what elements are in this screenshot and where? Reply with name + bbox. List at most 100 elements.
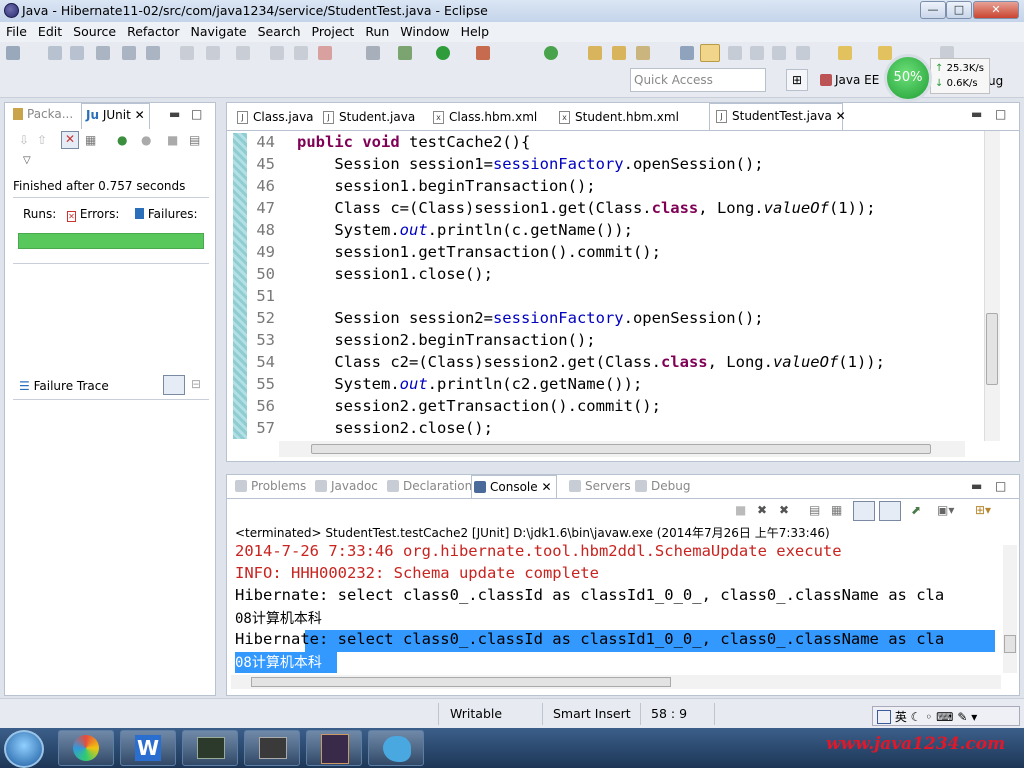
- navigate-back-icon[interactable]: [878, 46, 892, 60]
- console-horizontal-scroll-thumb[interactable]: [251, 677, 671, 687]
- remove-all-terminated-icon[interactable]: ✖: [779, 503, 789, 517]
- code-line[interactable]: public void testCache2(){: [297, 133, 530, 151]
- suspend-icon[interactable]: [294, 46, 308, 60]
- minimize-button[interactable]: —: [920, 1, 946, 19]
- ime-toolbar[interactable]: 英 ☾ ◦ ⌨ ✎ ▾: [872, 706, 1020, 726]
- print-icon[interactable]: [96, 46, 110, 60]
- console-vertical-scrollbar[interactable]: [1003, 545, 1017, 673]
- ime-punct-icon[interactable]: ◦: [925, 710, 932, 724]
- taskbar-app-terminal[interactable]: [182, 730, 238, 766]
- terminate-icon[interactable]: ■: [735, 503, 746, 517]
- tab-package-explorer[interactable]: Packa...: [13, 107, 73, 121]
- toggle-block-selection-icon[interactable]: [728, 46, 742, 60]
- code-line[interactable]: Class c=(Class)session1.get(Class.class,…: [297, 199, 875, 217]
- menu-edit[interactable]: Edit: [32, 22, 67, 39]
- tab-class-hbm-xml[interactable]: x Class.hbm.xml: [427, 105, 543, 129]
- taskbar-app-dolphin[interactable]: [368, 730, 424, 766]
- open-perspective-icon[interactable]: [680, 46, 694, 60]
- display-console-icon[interactable]: ▣▾: [937, 503, 954, 517]
- code-line[interactable]: session2.getTransaction().commit();: [297, 397, 661, 415]
- toggle-mark-occurrences-icon[interactable]: [700, 44, 720, 62]
- tab-class-java[interactable]: J Class.java: [231, 105, 320, 129]
- menu-file[interactable]: File: [0, 22, 32, 39]
- rerun-test-icon[interactable]: ●: [117, 133, 127, 147]
- editor-horizontal-scroll-thumb[interactable]: [311, 444, 931, 454]
- ime-language[interactable]: 英: [895, 710, 907, 724]
- undo-icon[interactable]: [180, 46, 194, 60]
- code-line[interactable]: session1.close();: [297, 265, 493, 283]
- editor-vertical-scroll-thumb[interactable]: [986, 313, 998, 385]
- editor-vertical-scrollbar[interactable]: [984, 131, 1000, 441]
- minimize-console-icon[interactable]: ▬: [971, 479, 982, 493]
- taskbar-app-recorder[interactable]: [244, 730, 300, 766]
- debug-icon[interactable]: [398, 46, 412, 60]
- filter-stack-icon[interactable]: [163, 375, 185, 395]
- maximize-editor-icon[interactable]: □: [995, 107, 1006, 121]
- menu-search[interactable]: Search: [252, 22, 306, 39]
- tab-javadoc[interactable]: Javadoc: [313, 479, 378, 493]
- taskbar-app-browser[interactable]: [58, 730, 114, 766]
- taskbar-app-wps[interactable]: W: [120, 730, 176, 766]
- show-failures-only-icon[interactable]: ✕: [61, 131, 79, 149]
- network-usage-gauge[interactable]: 50%: [884, 54, 932, 102]
- maximize-view-icon[interactable]: □: [191, 107, 202, 121]
- open-type-icon[interactable]: [122, 46, 136, 60]
- code-line[interactable]: session1.getTransaction().commit();: [297, 243, 661, 261]
- taskbar-app-eclipse[interactable]: [306, 730, 362, 766]
- terminate-icon[interactable]: [318, 46, 332, 60]
- skip-breakpoints-icon[interactable]: [366, 46, 380, 60]
- close-button[interactable]: ✕: [973, 1, 1019, 19]
- next-failure-icon[interactable]: ⇩: [19, 133, 29, 147]
- minimize-editor-icon[interactable]: ▬: [971, 107, 982, 121]
- perspective-java-ee[interactable]: Java EE: [814, 69, 892, 91]
- tab-declaration[interactable]: Declaration: [385, 479, 472, 493]
- code-line[interactable]: session2.beginTransaction();: [297, 331, 595, 349]
- view-menu-icon[interactable]: ▽: [23, 155, 31, 166]
- ime-menu-icon[interactable]: ▾: [971, 710, 977, 724]
- next-annotation-icon[interactable]: [796, 46, 810, 60]
- open-console-icon[interactable]: ⊞▾: [975, 503, 991, 517]
- tab-servers[interactable]: Servers: [567, 479, 631, 493]
- code-line[interactable]: Class c2=(Class)session2.get(Class.class…: [297, 353, 885, 371]
- start-button[interactable]: [4, 730, 44, 768]
- show-whitespace-icon[interactable]: [750, 46, 764, 60]
- scroll-lock-icon[interactable]: ▦: [831, 503, 842, 517]
- quick-access-input[interactable]: Quick Access: [630, 68, 766, 92]
- code-line[interactable]: Session session1=sessionFactory.openSess…: [297, 155, 763, 173]
- code-line[interactable]: session2.close();: [297, 419, 493, 437]
- compare-icon[interactable]: ⊟: [191, 377, 201, 391]
- open-folder-icon[interactable]: [612, 46, 626, 60]
- menu-help[interactable]: Help: [455, 22, 495, 39]
- ime-tools-icon[interactable]: ✎: [957, 710, 967, 724]
- back-icon[interactable]: [236, 46, 250, 60]
- tab-student-java[interactable]: J Student.java: [317, 105, 421, 129]
- code-line[interactable]: System.out.println(c2.getName());: [297, 375, 642, 393]
- close-icon[interactable]: ✕: [135, 108, 145, 122]
- close-icon[interactable]: ✕: [541, 480, 551, 494]
- show-on-stderr-icon[interactable]: [879, 501, 901, 521]
- tab-debug[interactable]: Debug: [633, 479, 690, 493]
- tab-console[interactable]: Console ✕: [471, 475, 557, 499]
- remove-launch-icon[interactable]: ✖: [757, 503, 767, 517]
- menu-window[interactable]: Window: [394, 22, 454, 39]
- menu-run[interactable]: Run: [359, 22, 394, 39]
- close-icon[interactable]: ✕: [836, 109, 846, 123]
- ime-moon-icon[interactable]: ☾: [911, 710, 922, 724]
- rerun-failed-icon[interactable]: ●: [141, 133, 151, 147]
- history-icon[interactable]: ▤: [189, 133, 200, 147]
- save-icon[interactable]: [48, 46, 62, 60]
- search-icon[interactable]: [636, 46, 650, 60]
- menu-refactor[interactable]: Refactor: [121, 22, 184, 39]
- show-on-stdout-icon[interactable]: [853, 501, 875, 521]
- maximize-console-icon[interactable]: □: [995, 479, 1006, 493]
- minimize-view-icon[interactable]: ▬: [169, 107, 180, 121]
- code-line[interactable]: session1.beginTransaction();: [297, 177, 595, 195]
- tab-problems[interactable]: Problems: [233, 479, 306, 493]
- last-edit-icon[interactable]: [838, 46, 852, 60]
- console-vertical-scroll-thumb[interactable]: [1004, 635, 1016, 653]
- run-icon[interactable]: [436, 46, 450, 60]
- pin-console-icon[interactable]: ⬈: [911, 503, 921, 517]
- ime-keyboard-icon[interactable]: ⌨: [936, 710, 953, 724]
- external-tools-icon[interactable]: [476, 46, 490, 60]
- new-icon[interactable]: [6, 46, 20, 60]
